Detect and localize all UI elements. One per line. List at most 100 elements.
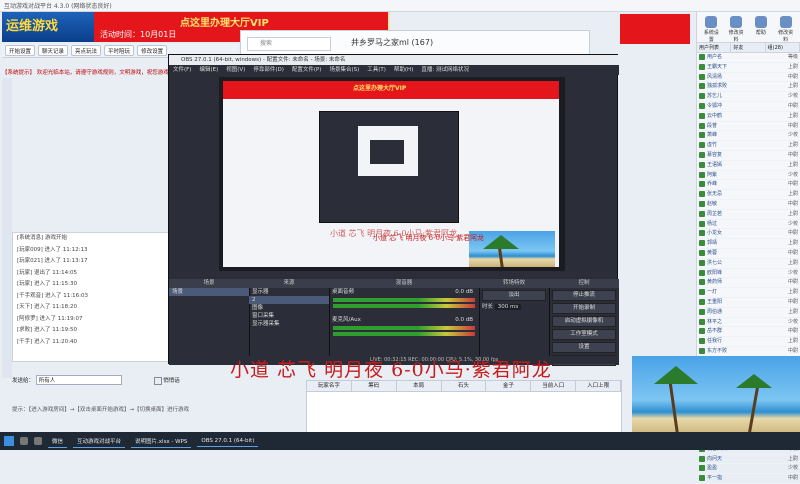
studio-mode-button[interactable]: 工作室模式	[552, 329, 616, 340]
menu-file[interactable]: 文件(F)	[173, 65, 191, 75]
tab-users[interactable]: 用户列表	[697, 43, 732, 52]
tab-groups[interactable]: 组(28)	[766, 43, 800, 52]
avatar-icon	[699, 93, 705, 100]
user-row[interactable]: 萧峰 少校	[697, 131, 800, 142]
menu-profile[interactable]: 配置文件(P)	[292, 65, 322, 75]
column-header[interactable]: 石头	[442, 381, 487, 391]
user-name: 小龙女	[707, 230, 723, 237]
menu-docks[interactable]: 停靠部件(D)	[253, 65, 284, 75]
toolbar-button[interactable]: 平时陪玩	[104, 45, 135, 56]
user-row[interactable]: 云中鹤 上尉	[697, 112, 800, 122]
taskbar-item[interactable]: 互动游戏对战平台	[73, 435, 126, 448]
user-rank: 少校	[787, 269, 798, 276]
user-row[interactable]: 风清扬 中尉	[697, 73, 800, 83]
avatar-icon	[699, 151, 705, 158]
vip-promo-text: 点这里办理大厅VIP	[180, 18, 269, 29]
user-row[interactable]: 周芷若 上尉	[697, 210, 800, 220]
user-row[interactable]: 赵敏 中尉	[697, 200, 800, 210]
user-row[interactable]: 虚竹 上尉	[697, 141, 800, 151]
chat-popup-window[interactable]: 搜索 井乡罗马之家ml (167)	[240, 30, 590, 56]
user-row[interactable]: 黄蓉 中尉	[697, 249, 800, 259]
user-row[interactable]: 阿紫 少校	[697, 171, 800, 181]
settings-icon[interactable]: 系统设置	[702, 16, 720, 43]
host-window-title: 互动游戏对战平台 4.3.0 (网络状态良好)	[0, 0, 800, 12]
column-header[interactable]: 本局	[397, 381, 442, 391]
user-row[interactable]: 杨过 少校	[697, 220, 800, 230]
toolbar-button[interactable]: 亮点玩法	[71, 45, 102, 56]
task-view-icon[interactable]	[34, 437, 42, 445]
user-row[interactable]: 慕容复 中尉	[697, 151, 800, 161]
stop-streaming-button[interactable]: 停止推流	[552, 290, 616, 301]
send-target-select[interactable]: 所有人	[35, 375, 122, 385]
source-item[interactable]: 图像	[249, 304, 329, 312]
search-icon[interactable]	[20, 437, 28, 445]
user-row[interactable]: 小龙女 中尉	[697, 229, 800, 240]
column-header[interactable]: 金子	[486, 381, 532, 391]
vip-badge[interactable]	[620, 14, 690, 44]
menu-tools[interactable]: 工具(T)	[367, 65, 386, 75]
tab-friends[interactable]: 好友	[731, 43, 766, 52]
user-row[interactable]: 平一指 中尉	[697, 474, 800, 484]
avatar-icon	[699, 220, 705, 227]
user-row[interactable]: 欧阳锋 少校	[697, 269, 800, 279]
user-row[interactable]: 张无忌 上尉	[697, 190, 800, 200]
user-row[interactable]: 郭靖 上尉	[697, 239, 800, 249]
player-table[interactable]: 玩家名字 筹码 本局 石头 金子 当前入口 入口上限	[306, 380, 622, 440]
toolbar-button[interactable]: 开始设置	[5, 45, 36, 56]
menu-edit[interactable]: 编辑(E)	[199, 65, 218, 75]
source-item[interactable]: 显示器	[249, 288, 329, 296]
user-rank: 上尉	[787, 240, 798, 247]
user-row[interactable]: 周伯通 上尉	[697, 308, 800, 318]
source-item[interactable]: 显示器采集	[249, 320, 329, 328]
user-row[interactable]: 苏乞儿 少校	[697, 92, 800, 102]
settings-button[interactable]: 设置	[552, 342, 616, 353]
scene-item[interactable]: 场景	[169, 288, 249, 296]
start-recording-button[interactable]: 开始录制	[552, 303, 616, 314]
taskbar-item[interactable]: 微信	[48, 435, 68, 448]
help-icon[interactable]: 帮助	[752, 16, 770, 38]
user-row[interactable]: 王霸天下 上尉	[697, 63, 800, 73]
menu-stream-status[interactable]: 直播: 测试网络状况	[421, 65, 469, 75]
user-row[interactable]: 王语嫣 上尉	[697, 161, 800, 171]
user-row[interactable]: 黄药师 中尉	[697, 278, 800, 289]
source-item[interactable]: 窗口采集	[249, 312, 329, 320]
taskbar-item[interactable]: OBS 27.0.1 (64-bit)	[197, 436, 259, 447]
user-row[interactable]: 洪七公 上尉	[697, 259, 800, 269]
user-row[interactable]: 段誉 中尉	[697, 122, 800, 132]
user-row[interactable]: 任我行 上尉	[697, 337, 800, 347]
column-header[interactable]: 玩家名字	[307, 381, 352, 391]
taskbar-item[interactable]: 说明图片.xlsx - WPS	[131, 435, 192, 448]
menu-scene-collection[interactable]: 场景集合(S)	[329, 65, 359, 75]
duration-input[interactable]: 300 ms	[494, 304, 522, 310]
user-row[interactable]: 林平之 少校	[697, 318, 800, 328]
whisper-checkbox[interactable]	[153, 376, 162, 385]
menu-view[interactable]: 视图(V)	[226, 65, 245, 75]
transition-select[interactable]: 淡出	[482, 290, 546, 301]
user-row[interactable]: 向问天 上尉	[697, 455, 800, 465]
profile-icon[interactable]: 修改资料	[727, 16, 745, 43]
menu-help[interactable]: 帮助(H)	[394, 65, 413, 75]
column-header[interactable]: 入口上限	[576, 381, 622, 391]
toolbar-button[interactable]: 聊天记录	[38, 45, 69, 56]
toolbar-button[interactable]: 修改设置	[137, 45, 168, 56]
user-row[interactable]: 王重阳 中尉	[697, 298, 800, 308]
user-row[interactable]: 盈盈 少校	[697, 464, 800, 475]
user-name: 王重阳	[707, 298, 723, 305]
avatar-icon	[699, 200, 705, 207]
popup-search-input[interactable]: 搜索	[247, 37, 331, 51]
user-row[interactable]: 一灯 上尉	[697, 288, 800, 298]
obs-window[interactable]: OBS 27.0.1 (64-bit, windows) - 配置文件: 未命名…	[168, 54, 619, 366]
user-row[interactable]: 岳不群 中尉	[697, 327, 800, 338]
avatar-icon	[699, 63, 705, 70]
edit-icon[interactable]: 修改资料	[777, 16, 795, 43]
left-nav-strip[interactable]	[2, 78, 12, 378]
user-row[interactable]: 独孤求败 上尉	[697, 82, 800, 93]
virtual-camera-button[interactable]: 启动虚拟摄像机	[552, 316, 616, 327]
source-item[interactable]: 2	[249, 296, 329, 304]
user-row[interactable]: 用户名 等级	[697, 53, 800, 63]
start-icon[interactable]	[4, 436, 14, 446]
column-header[interactable]: 当前入口	[531, 381, 577, 391]
column-header[interactable]: 筹码	[352, 381, 397, 391]
user-row[interactable]: 令狐冲 中尉	[697, 102, 800, 112]
user-row[interactable]: 乔峰 中尉	[697, 180, 800, 191]
